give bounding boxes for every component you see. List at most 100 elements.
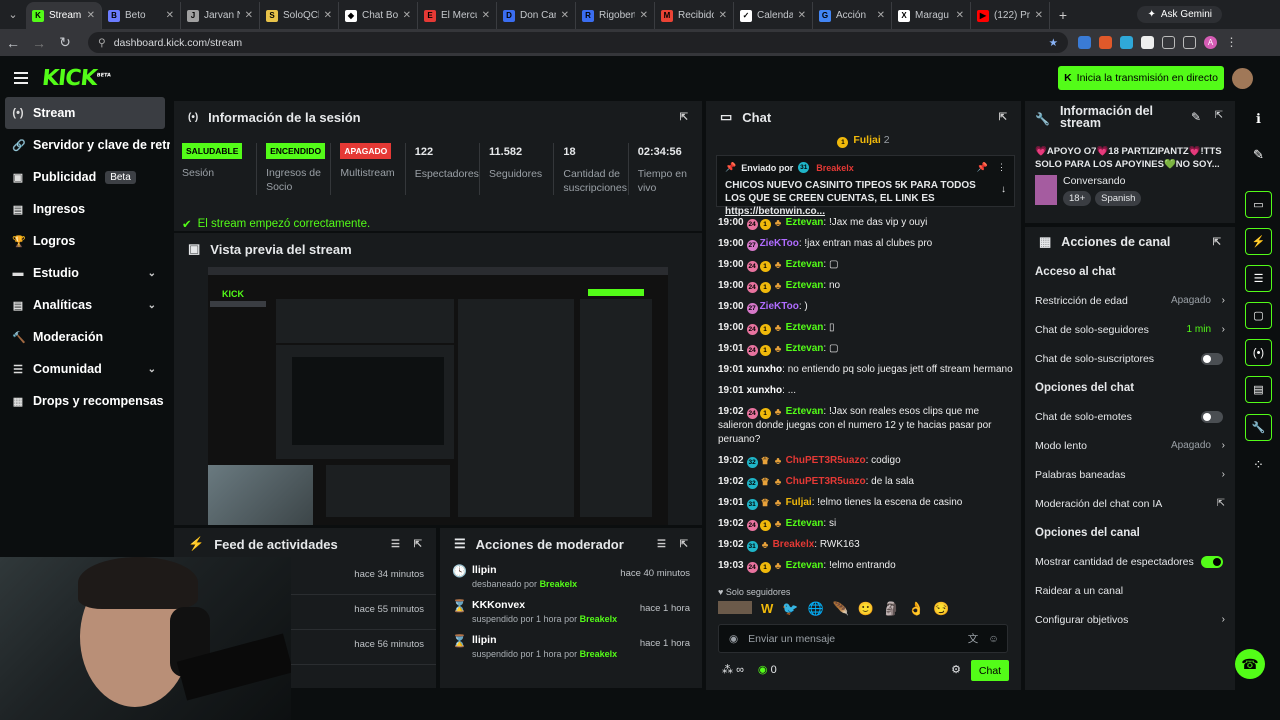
emote-icon[interactable]: 👌 <box>908 601 924 617</box>
browser-tab[interactable]: B Beto ✕ <box>102 2 181 29</box>
chat-icon[interactable]: ▢ <box>1245 302 1272 329</box>
sidebar-item[interactable]: ▤ Ingresos <box>0 193 170 225</box>
sidebar-item[interactable]: (•) Stream <box>5 97 165 129</box>
filter-icon[interactable]: ☰ <box>391 539 400 550</box>
channel-action-row[interactable]: Mostrar cantidad de espectadores <box>1025 547 1235 576</box>
reading-list-icon[interactable] <box>1183 36 1196 49</box>
close-tab-icon[interactable]: ✕ <box>719 10 727 21</box>
toggle-switch[interactable] <box>1201 410 1223 423</box>
browser-tab[interactable]: E El Mercu ✕ <box>418 2 497 29</box>
chat-settings-gear-icon[interactable]: ⚙ <box>951 663 961 676</box>
popout-icon[interactable]: ⇱ <box>1213 237 1221 248</box>
channel-action-row[interactable]: Modo lento Apagado › <box>1025 431 1235 460</box>
expand-arrow-icon[interactable]: ↓ <box>1001 184 1006 195</box>
sidebar-item[interactable]: ▣ Publicidad Beta <box>0 161 170 193</box>
chat-username[interactable]: Eztevan <box>786 518 824 529</box>
popout-icon[interactable]: ⇱ <box>999 112 1007 123</box>
channel-action-row[interactable]: Palabras baneadas › <box>1025 460 1235 489</box>
channel-action-row[interactable]: Moderación del chat con IA ⇱ <box>1025 489 1235 518</box>
forward-icon[interactable]: → <box>26 35 52 51</box>
channel-action-row[interactable]: Configurar objetivos › <box>1025 605 1235 634</box>
browser-menu-icon[interactable]: ⋮ <box>1225 36 1238 49</box>
sidebar-item[interactable]: 🔨 Moderación <box>0 321 170 353</box>
channel-action-row[interactable]: Chat de solo-seguidores 1 min › <box>1025 315 1235 344</box>
dots-icon[interactable]: ⁘ <box>1245 451 1272 478</box>
sidebar-item[interactable]: 🔗 Servidor y clave de retransmisión <box>0 129 170 161</box>
close-tab-icon[interactable]: ✕ <box>166 10 174 21</box>
bookmark-star-icon[interactable]: ★ <box>1049 37 1058 49</box>
close-tab-icon[interactable]: ✕ <box>877 10 885 21</box>
help-chat-icon[interactable]: ☎ <box>1235 649 1265 679</box>
chat-username[interactable]: xunxho <box>747 385 783 396</box>
emote-icon[interactable]: 🗿 <box>883 601 899 617</box>
browser-tab[interactable]: J Jarvan N ✕ <box>181 2 260 29</box>
chat-username[interactable]: Breakelx <box>773 539 815 550</box>
emote-icon[interactable] <box>718 601 752 614</box>
go-live-button[interactable]: K Inicia la transmisión en directo <box>1058 66 1224 90</box>
translate-icon[interactable]: 文 <box>968 631 979 646</box>
mod-actor-user[interactable]: Breakelx <box>580 649 618 659</box>
emote-icon[interactable]: 🪶 <box>833 601 849 617</box>
browser-tab[interactable]: X Maragu ✕ <box>892 2 971 29</box>
close-tab-icon[interactable]: ✕ <box>798 10 806 21</box>
popout-icon[interactable]: ⇱ <box>680 112 688 123</box>
tag-chip[interactable]: Spanish <box>1095 191 1142 206</box>
browser-tab[interactable]: R Rigobert ✕ <box>576 2 655 29</box>
extension-icon[interactable] <box>1141 36 1154 49</box>
browser-tab[interactable]: ✓ Calenda ✕ <box>734 2 813 29</box>
chat-username[interactable]: ZieKToo <box>760 238 799 249</box>
kick-logo[interactable]: KICKBETA <box>41 66 112 91</box>
info-icon[interactable]: ℹ <box>1245 105 1272 132</box>
chat-username[interactable]: Eztevan <box>786 343 824 354</box>
mod-target-user[interactable]: llipin <box>472 564 577 576</box>
chat-username[interactable]: Eztevan <box>786 217 824 228</box>
bolt-icon[interactable]: ⚡ <box>1245 228 1272 255</box>
chevron-down-icon[interactable]: ⌄ <box>148 300 156 311</box>
close-tab-icon[interactable]: ✕ <box>87 10 95 21</box>
close-tab-icon[interactable]: ✕ <box>245 10 253 21</box>
emote-icon[interactable]: 🙂 <box>858 601 874 617</box>
popout-icon[interactable]: ⇱ <box>1215 110 1223 121</box>
more-options-icon[interactable]: ⋮ <box>997 162 1006 173</box>
sidebar-item[interactable]: ▤ Analíticas ⌄ <box>0 289 170 321</box>
ask-gemini-button[interactable]: ✦ Ask Gemini <box>1137 6 1222 23</box>
category-thumbnail[interactable] <box>1035 175 1057 205</box>
sidebar-item[interactable]: 🏆 Logros <box>0 225 170 257</box>
chevron-down-icon[interactable]: ⌄ <box>148 268 156 279</box>
extension-icon[interactable] <box>1099 36 1112 49</box>
chat-username[interactable]: xunxho <box>747 364 783 375</box>
emote-icon[interactable]: W <box>761 601 773 617</box>
card-icon[interactable]: ▭ <box>1245 191 1272 218</box>
chat-username[interactable]: ChuPET3R5uazo <box>786 455 866 466</box>
browser-tab[interactable]: K Stream ✕ <box>26 2 102 29</box>
close-tab-icon[interactable]: ✕ <box>403 10 411 21</box>
tab-search-chevron-icon[interactable]: ⌄ <box>0 4 26 26</box>
sidebar-item[interactable]: ☰ Comunidad ⌄ <box>0 353 170 385</box>
close-tab-icon[interactable]: ✕ <box>1035 10 1043 21</box>
extension-icon[interactable] <box>1120 36 1133 49</box>
browser-tab[interactable]: S SoloQCh ✕ <box>260 2 339 29</box>
chat-send-button[interactable]: Chat <box>971 660 1009 681</box>
chat-username[interactable]: Eztevan <box>786 280 824 291</box>
unpin-icon[interactable]: 📌 <box>977 162 988 173</box>
edit-pencil-icon[interactable]: ✎ <box>1191 110 1201 124</box>
emoji-icon[interactable]: ☺ <box>988 633 999 645</box>
category-name[interactable]: Conversando <box>1063 175 1141 187</box>
emote-icon[interactable]: 🐦 <box>782 601 798 617</box>
emote-icon[interactable]: 🌐 <box>807 601 823 617</box>
site-info-icon[interactable]: ⚲ <box>98 37 106 49</box>
channel-action-row[interactable]: Raidear a un canal <box>1025 576 1235 605</box>
close-tab-icon[interactable]: ✕ <box>956 10 964 21</box>
close-tab-icon[interactable]: ✕ <box>324 10 332 21</box>
wrench-icon[interactable]: 🔧 <box>1245 414 1272 441</box>
toggle-switch[interactable] <box>1201 352 1223 365</box>
popout-icon[interactable]: ⇱ <box>680 539 688 550</box>
mod-target-user[interactable]: KKKonvex <box>472 599 617 611</box>
chat-username[interactable]: Fuljai <box>786 497 812 508</box>
popout-icon[interactable]: ⇱ <box>414 539 422 550</box>
user-avatar[interactable] <box>1232 68 1253 89</box>
kicks-balance[interactable]: ◉ 0 <box>758 663 777 676</box>
filter-icon[interactable]: ☰ <box>657 539 666 550</box>
back-icon[interactable]: ← <box>0 35 26 51</box>
chat-username[interactable]: ChuPET3R5uazo <box>786 476 866 487</box>
